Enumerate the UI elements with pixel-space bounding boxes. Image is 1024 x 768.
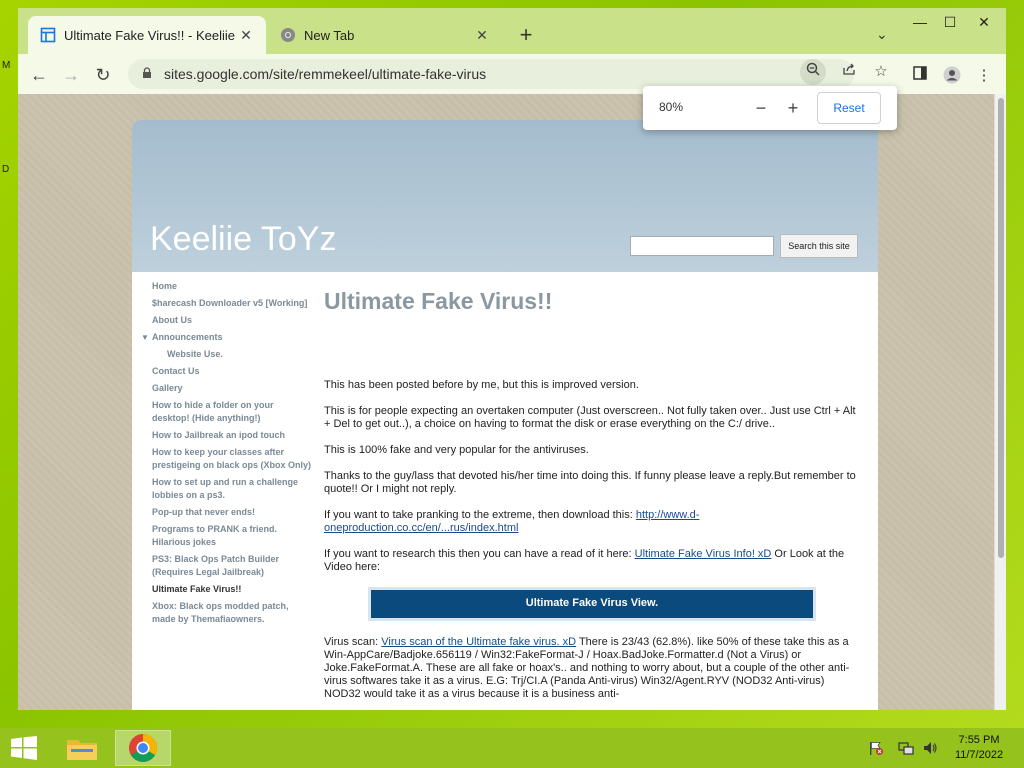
site-title[interactable]: Keeliie ToYz (150, 220, 337, 259)
bookmark-star-icon[interactable]: ☆ (868, 59, 894, 85)
site-header: Keeliie ToYz Search this site (132, 120, 878, 272)
search-site-button[interactable]: Search this site (780, 234, 858, 258)
sidebar-item-about[interactable]: About Us (152, 314, 312, 327)
desktop-icon-label: M (2, 60, 11, 71)
chrome-taskbar-icon[interactable] (115, 730, 171, 766)
lock-icon[interactable] (142, 66, 154, 82)
tab-search-chevron-icon[interactable]: ⌄ (876, 26, 888, 43)
sidebar-item-challenge-lobbies[interactable]: How to set up and run a challenge lobbie… (152, 476, 312, 502)
virus-info-link[interactable]: Ultimate Fake Virus Info! xD (635, 548, 772, 560)
sidebar-item-gallery[interactable]: Gallery (152, 382, 312, 395)
paragraph: This is for people expecting an overtake… (324, 405, 856, 430)
sidebar-item-ultimate-fake-virus[interactable]: Ultimate Fake Virus!! (152, 583, 312, 596)
volume-icon[interactable] (922, 740, 938, 756)
close-tab-icon[interactable]: ✕ (238, 27, 254, 43)
close-window-button[interactable]: ✕ (970, 12, 998, 32)
side-panel-icon[interactable] (910, 66, 930, 86)
paragraph: If you want to take pranking to the extr… (324, 509, 858, 535)
scrollbar-thumb[interactable] (998, 98, 1004, 558)
sidebar-item-popup[interactable]: Pop-up that never ends! (152, 506, 312, 519)
chrome-icon (280, 27, 296, 43)
windows-start-icon[interactable] (10, 736, 38, 760)
site-search-input[interactable] (630, 236, 774, 256)
back-button[interactable]: ← (26, 62, 52, 88)
paragraph: Thanks to the guy/lass that devoted his/… (324, 470, 856, 495)
zoom-in-button[interactable]: + (781, 96, 805, 120)
paragraph: This has been posted before by me, but t… (324, 379, 639, 391)
sidebar-item-label: Announcements (152, 332, 223, 342)
new-tab-button[interactable]: + (514, 24, 538, 48)
site-container: Keeliie ToYz Search this site Home $hare… (132, 120, 878, 710)
clock-date: 11/7/2022 (954, 749, 1004, 761)
menu-kebab-icon[interactable]: ⋮ (974, 66, 994, 86)
paragraph: This is 100% fake and very popular for t… (324, 444, 589, 456)
minimize-button[interactable]: — (906, 12, 934, 32)
sidebar-item-contact[interactable]: Contact Us (152, 365, 312, 378)
profile-avatar-icon[interactable] (942, 66, 962, 86)
zoom-popup: 80% − + Reset (643, 86, 897, 130)
action-center-flag-icon[interactable] (868, 740, 884, 756)
sidebar-item-prank-programs[interactable]: Programs to PRANK a friend. Hilarious jo… (152, 523, 312, 549)
sidebar-item-sharecash[interactable]: $harecash Downloader v5 [Working] (152, 297, 312, 310)
close-tab-icon[interactable]: ✕ (474, 27, 490, 43)
page-scrollbar[interactable] (994, 94, 1006, 710)
paragraph-text: If you want to research this then you ca… (324, 548, 635, 560)
sidebar-item-keep-classes[interactable]: How to keep your classes after prestigei… (152, 446, 312, 472)
tab-title: New Tab (304, 27, 355, 43)
virus-scan-link[interactable]: Virus scan of the Ultimate fake virus. x… (381, 636, 576, 648)
file-explorer-icon[interactable] (54, 730, 110, 766)
sidebar-item-announcements[interactable]: ▼ Announcements (141, 331, 312, 344)
zoom-reset-button[interactable]: Reset (817, 92, 881, 124)
reload-button[interactable]: ↻ (90, 62, 116, 88)
site-sidebar-nav: Home $harecash Downloader v5 [Working] A… (141, 280, 312, 630)
sidebar-item-ps3-patch[interactable]: PS3: Black Ops Patch Builder (Requires L… (152, 553, 312, 579)
tab-title: Ultimate Fake Virus!! - Keeliie ToYz (64, 27, 238, 43)
forward-button[interactable]: → (58, 62, 84, 88)
taskbar: 7:55 PM 11/7/2022 (0, 728, 1024, 768)
tab-new-tab[interactable]: New Tab ✕ (268, 16, 502, 54)
zoom-out-button[interactable]: − (749, 96, 773, 120)
tab-strip: Ultimate Fake Virus!! - Keeliie ToYz ✕ N… (18, 8, 1006, 54)
desktop-icon-label: D (2, 164, 10, 175)
sidebar-item-jailbreak-ipod[interactable]: How to Jailbreak an ipod touch (152, 429, 312, 442)
paragraph: Virus scan: Virus scan of the Ultimate f… (324, 636, 858, 701)
page-viewport: Keeliie ToYz Search this site Home $hare… (18, 94, 1006, 710)
sidebar-item-home[interactable]: Home (152, 280, 312, 293)
page-title: Ultimate Fake Virus!! (324, 288, 553, 314)
sidebar-item-hide-folder[interactable]: How to hide a folder on your desktop! (H… (152, 399, 312, 425)
paragraph-text: Virus scan: (324, 636, 382, 648)
network-icon[interactable] (898, 740, 914, 756)
paragraph: If you want to research this then you ca… (324, 548, 858, 574)
browser-window: Ultimate Fake Virus!! - Keeliie ToYz ✕ N… (18, 8, 1006, 710)
sidebar-item-xbox-patch[interactable]: Xbox: Black ops modded patch, made by Th… (152, 600, 312, 626)
video-embed[interactable]: Ultimate Fake Virus View. (368, 587, 816, 621)
taskbar-clock[interactable]: 7:55 PM 11/7/2022 (944, 733, 1014, 763)
expand-triangle-icon[interactable]: ▼ (141, 331, 149, 344)
zoom-icon[interactable] (800, 59, 826, 85)
sites-page-icon (40, 27, 56, 43)
clock-time: 7:55 PM (958, 734, 1000, 746)
sidebar-item-website-use[interactable]: Website Use. (152, 348, 312, 361)
maximize-button[interactable]: ☐ (936, 12, 964, 32)
zoom-level: 80% (659, 100, 684, 114)
url-text: sites.google.com/site/remmekeel/ultimate… (164, 66, 487, 82)
paragraph-text: If you want to take pranking to the extr… (324, 509, 636, 521)
main-content: Ultimate Fake Virus!! This has been post… (324, 288, 858, 710)
address-bar[interactable]: sites.google.com/site/remmekeel/ultimate… (128, 59, 854, 89)
share-icon[interactable] (836, 59, 862, 85)
tab-ultimate-fake-virus[interactable]: Ultimate Fake Virus!! - Keeliie ToYz ✕ (28, 16, 266, 54)
